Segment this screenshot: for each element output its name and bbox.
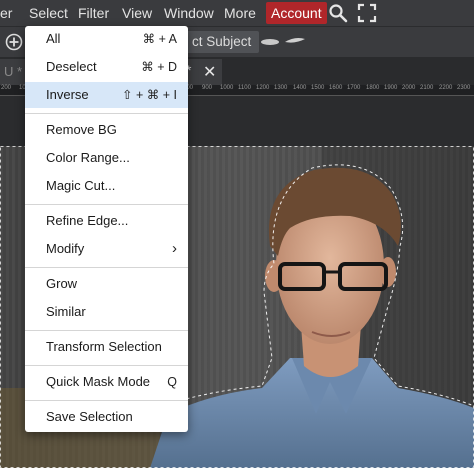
ruler-tick-label: 1600	[329, 85, 343, 91]
ruler-tick-label: 2300	[457, 85, 471, 91]
menu-edit[interactable]: er	[0, 0, 12, 26]
select-menu: All ⌘ + A Deselect ⌘ + D Inverse ⇧ + ⌘ +…	[25, 26, 188, 432]
menu-divider	[25, 400, 188, 401]
menu-item-label: Refine Edge...	[46, 213, 129, 228]
search-icon[interactable]	[328, 3, 348, 23]
menu-item-label: Quick Mask Mode	[46, 374, 151, 389]
menu-item-label: All	[46, 31, 61, 46]
add-selection-icon[interactable]	[5, 33, 23, 51]
ruler-tick-label: 2200	[439, 85, 453, 91]
menu-item-grow[interactable]: Grow	[25, 271, 188, 297]
ruler-tick-label: 2000	[402, 85, 416, 91]
menu-item-all[interactable]: All ⌘ + A	[25, 26, 188, 52]
menu-item-label: Inverse	[46, 87, 89, 102]
menu-more[interactable]: More	[224, 0, 256, 26]
ruler-tick-label: 1200	[256, 85, 270, 91]
account-button[interactable]: Account	[266, 2, 327, 24]
menu-divider	[25, 267, 188, 268]
menu-item-refine-edge[interactable]: Refine Edge...	[25, 208, 188, 234]
menu-divider	[25, 204, 188, 205]
menu-item-quick-mask-mode[interactable]: Quick Mask Mode Q	[25, 369, 188, 395]
menu-bar: er Select Filter View Window More Accoun…	[0, 0, 474, 27]
ruler-tick-label: 1400	[293, 85, 307, 91]
menu-item-modify[interactable]: Modify ›	[25, 236, 188, 262]
ruler-tick-label: 1700	[347, 85, 361, 91]
menu-item-shortcut: ⌘ + D	[141, 60, 177, 74]
menu-item-label: Magic Cut...	[46, 178, 116, 193]
menu-item-remove-bg[interactable]: Remove BG	[25, 117, 188, 143]
menu-item-similar[interactable]: Similar	[25, 299, 188, 325]
menu-divider	[25, 365, 188, 366]
menu-item-transform-selection[interactable]: Transform Selection	[25, 334, 188, 360]
ruler-tick-label: 1900	[384, 85, 398, 91]
menu-item-label: Color Range...	[46, 150, 130, 165]
ruler-tick-label: 2100	[420, 85, 434, 91]
menu-item-label: Transform Selection	[46, 339, 162, 354]
menu-divider	[25, 113, 188, 114]
brush-size-icon[interactable]	[260, 38, 280, 46]
brush-hardness-icon[interactable]	[284, 36, 306, 46]
menu-item-label: Save Selection	[46, 409, 133, 424]
menu-item-label: Grow	[46, 276, 78, 291]
menu-item-label: Remove BG	[46, 122, 117, 137]
ruler-tick-label: 1300	[274, 85, 288, 91]
ruler-tick-label: 1100	[238, 85, 251, 91]
chevron-right-icon: ›	[172, 240, 177, 257]
menu-item-shortcut: ⌘ + A	[142, 32, 177, 46]
menu-item-deselect[interactable]: Deselect ⌘ + D	[25, 54, 188, 80]
ruler-tick-label: 1500	[311, 85, 325, 91]
menu-item-magic-cut[interactable]: Magic Cut...	[25, 173, 188, 199]
menu-item-label: Similar	[46, 304, 86, 319]
menu-item-shortcut: Q	[167, 375, 177, 389]
menu-filter[interactable]: Filter	[78, 0, 109, 26]
menu-item-inverse[interactable]: Inverse ⇧ + ⌘ + I	[25, 82, 188, 108]
menu-select[interactable]: Select	[29, 0, 68, 26]
menu-item-save-selection[interactable]: Save Selection	[25, 404, 188, 430]
close-icon[interactable]: ✕	[203, 62, 216, 82]
ruler-tick-label: 1800	[366, 85, 380, 91]
ruler-tick-label: 200	[1, 85, 12, 91]
tab-label: U *	[4, 64, 23, 79]
fullscreen-icon[interactable]	[357, 3, 377, 23]
menu-item-label: Modify	[46, 241, 85, 256]
ruler-tick-label: 1000	[220, 85, 234, 91]
ruler-tick-label: 900	[202, 85, 213, 91]
menu-item-shortcut: ⇧ + ⌘ + I	[122, 88, 177, 102]
menu-window[interactable]: Window	[164, 0, 214, 26]
menu-divider	[25, 330, 188, 331]
menu-item-label: Deselect	[46, 59, 97, 74]
menu-view[interactable]: View	[122, 0, 152, 26]
menu-item-color-range[interactable]: Color Range...	[25, 145, 188, 171]
